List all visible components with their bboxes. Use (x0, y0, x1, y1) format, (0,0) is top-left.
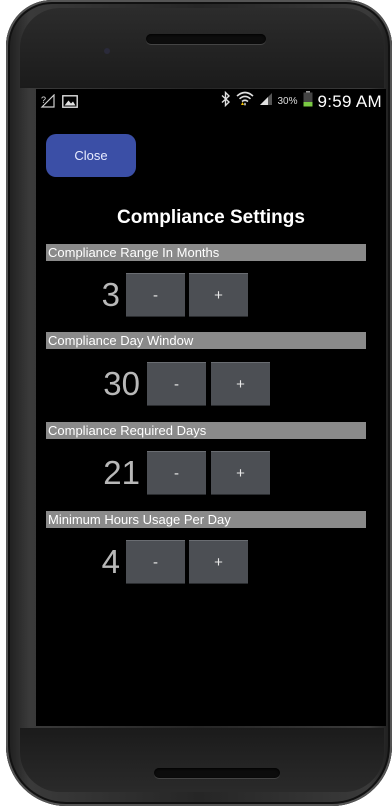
section-header-minimum-hours: Minimum Hours Usage Per Day (46, 511, 366, 528)
section-header-day-window: Compliance Day Window (46, 332, 366, 349)
phone-top-bezel (20, 8, 384, 88)
section-header-compliance-range: Compliance Range In Months (46, 244, 366, 261)
bottom-speaker (154, 768, 280, 778)
close-button[interactable]: Close (46, 134, 136, 177)
battery-percent: 30% (277, 96, 298, 107)
setting-row-required-days: 21 - + (36, 451, 386, 495)
phone-bottom-bezel (20, 728, 384, 792)
setting-row-minimum-hours: 4 - + (36, 540, 386, 584)
minimum-hours-increment-button[interactable]: + (189, 540, 248, 584)
minimum-hours-decrement-button[interactable]: - (126, 540, 185, 584)
front-camera (104, 48, 110, 54)
wifi-icon (235, 91, 254, 112)
required-days-increment-button[interactable]: + (211, 451, 270, 495)
compliance-range-value: 3 (101, 276, 120, 313)
day-window-decrement-button[interactable]: - (147, 362, 206, 406)
status-left: ? (40, 93, 78, 113)
compliance-range-increment-button[interactable]: + (189, 273, 248, 317)
page-title: Compliance Settings (117, 207, 305, 228)
status-right: 30% 9:59 AM (221, 90, 383, 112)
app-screen: ? 30% 9:59 AM Close Compliance Settings … (36, 89, 386, 726)
bluetooth-icon (221, 90, 231, 112)
cell-signal-icon (259, 92, 273, 111)
image-notification-icon (62, 94, 78, 113)
section-header-required-days: Compliance Required Days (46, 422, 366, 439)
compliance-range-decrement-button[interactable]: - (126, 273, 185, 317)
required-days-value: 21 (103, 454, 140, 491)
minimum-hours-value: 4 (101, 543, 120, 580)
day-window-value: 30 (103, 365, 140, 402)
status-bar: ? 30% 9:59 AM (36, 89, 386, 115)
day-window-increment-button[interactable]: + (211, 362, 270, 406)
battery-icon (303, 91, 313, 112)
setting-row-day-window: 30 - + (36, 362, 386, 406)
signal-unknown-icon: ? (40, 93, 56, 113)
status-clock: 9:59 AM (317, 91, 382, 111)
required-days-decrement-button[interactable]: - (147, 451, 206, 495)
earpiece-speaker (146, 34, 266, 44)
signal-unknown-glyph: ? (41, 95, 46, 105)
setting-row-compliance-range: 3 - + (36, 273, 386, 317)
